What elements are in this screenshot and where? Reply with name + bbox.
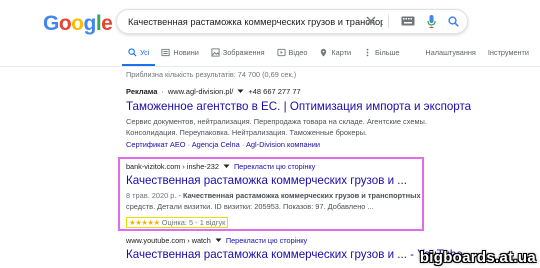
result-snippet-line2: средств. Детали визитки. ID визитки: 205… bbox=[126, 202, 374, 211]
chevron-down-icon[interactable] bbox=[223, 164, 230, 169]
breadcrumb[interactable]: www.youtube.com › watch bbox=[126, 236, 211, 245]
search-tabs: Усі Новини Зображення Відео Карти Більше… bbox=[122, 44, 535, 66]
result-title[interactable]: Качественная растаможка коммерческих гру… bbox=[126, 248, 463, 262]
ad-snippet-line1: Сервис документов, нейтрализация. Перепр… bbox=[126, 117, 427, 126]
tab-news[interactable]: Новини bbox=[155, 44, 204, 66]
tab-label: Новини bbox=[173, 48, 199, 57]
ad-url[interactable]: www.agl-division.pl/ bbox=[168, 87, 233, 96]
news-icon bbox=[161, 48, 170, 57]
result-date: 8 трав. 2020 р. bbox=[126, 191, 177, 200]
breadcrumb[interactable]: bank-vizitok.com › inshe-232 bbox=[126, 162, 219, 171]
image-icon bbox=[211, 48, 220, 57]
tab-label: Усі bbox=[140, 48, 150, 57]
youtube-result: www.youtube.com › watch Перекласти цю ст… bbox=[126, 236, 463, 262]
result-url: bank-vizitok.com › inshe-232 Перекласти … bbox=[126, 162, 421, 171]
rating-box: ★★★★★ Оцінка: 5 - 1 відгук bbox=[126, 217, 229, 228]
chevron-down-icon[interactable] bbox=[215, 238, 222, 243]
logo-letter: e bbox=[101, 12, 113, 35]
result-title[interactable]: Качественная растаможка коммерческих гру… bbox=[126, 174, 421, 188]
search-box bbox=[116, 9, 468, 34]
search-icon[interactable] bbox=[448, 15, 459, 27]
ad-sitelinks: Сертификат AEO · Agencja Celna · Agl-Div… bbox=[126, 140, 471, 149]
watermark: bigboards.at.ua bbox=[419, 249, 536, 266]
google-logo[interactable]: Google bbox=[43, 12, 113, 36]
translate-link[interactable]: Перекласти цю сторінку bbox=[234, 162, 315, 171]
tab-label: Налаштування bbox=[425, 48, 476, 57]
tab-label: Відео bbox=[288, 48, 308, 57]
ad-snippet-line2: Консолидация. Переупаковка. Нейтрализаци… bbox=[126, 128, 367, 137]
search-icon bbox=[128, 48, 137, 57]
keyboard-icon[interactable] bbox=[401, 16, 415, 26]
result-snippet-line1: 8 трав. 2020 р. - Качественная растаможк… bbox=[126, 190, 421, 201]
mic-icon[interactable] bbox=[427, 14, 436, 28]
clear-icon[interactable] bbox=[366, 16, 376, 26]
tab-maps[interactable]: Карти bbox=[313, 44, 357, 66]
logo-letter: o bbox=[58, 12, 72, 35]
translate-link[interactable]: Перекласти цю сторінку bbox=[226, 236, 307, 245]
tab-label: Карти bbox=[331, 48, 352, 57]
tab-label: Більше bbox=[375, 48, 400, 57]
map-pin-icon bbox=[321, 48, 327, 57]
ad-header: Реклама · www.agl-division.pl/ +48 667 2… bbox=[126, 87, 471, 96]
ad-phone[interactable]: +48 667 277 77 bbox=[248, 87, 300, 96]
tab-tools[interactable]: Інструменти bbox=[482, 44, 535, 66]
snippet-text: Качественная растаможка коммерческих гру… bbox=[183, 191, 421, 200]
tab-video[interactable]: Відео bbox=[271, 44, 314, 66]
tab-more[interactable]: Більше bbox=[357, 44, 405, 66]
tab-settings[interactable]: Налаштування bbox=[419, 44, 481, 66]
result-stats: Приблизна кількість результатів: 74 700 … bbox=[126, 70, 297, 79]
dot-separator: · bbox=[161, 87, 164, 96]
result-url: www.youtube.com › watch Перекласти цю ст… bbox=[126, 236, 463, 245]
ad-badge: Реклама bbox=[126, 87, 158, 96]
chevron-down-icon[interactable] bbox=[237, 89, 244, 94]
organic-result: bank-vizitok.com › inshe-232 Перекласти … bbox=[126, 162, 421, 230]
sitelink[interactable]: Agl-Division компании bbox=[246, 140, 320, 149]
divider bbox=[388, 14, 389, 28]
ad-title[interactable]: Таможенное агентство в ЕС. | Оптимизация… bbox=[126, 100, 471, 114]
logo-letter: o bbox=[71, 12, 84, 35]
logo-letter: G bbox=[43, 12, 59, 35]
tabs-divider bbox=[0, 66, 540, 67]
ad-result: Реклама · www.agl-division.pl/ +48 667 2… bbox=[126, 87, 471, 149]
star-rating-icon: ★★★★★ bbox=[129, 218, 160, 227]
search-input[interactable] bbox=[128, 16, 383, 27]
logo-letter: g bbox=[83, 12, 97, 35]
tab-images[interactable]: Зображення bbox=[205, 44, 271, 66]
rating-text: Оцінка: 5 - 1 відгук bbox=[161, 218, 226, 227]
tab-label: Інструменти bbox=[487, 48, 529, 57]
sitelink[interactable]: Agencja Celna bbox=[192, 140, 240, 149]
video-icon bbox=[276, 48, 286, 57]
sitelink[interactable]: Сертификат AEO bbox=[126, 140, 186, 149]
tab-label: Зображення bbox=[222, 48, 265, 57]
tab-all[interactable]: Усі bbox=[122, 44, 156, 66]
more-icon bbox=[366, 48, 369, 57]
